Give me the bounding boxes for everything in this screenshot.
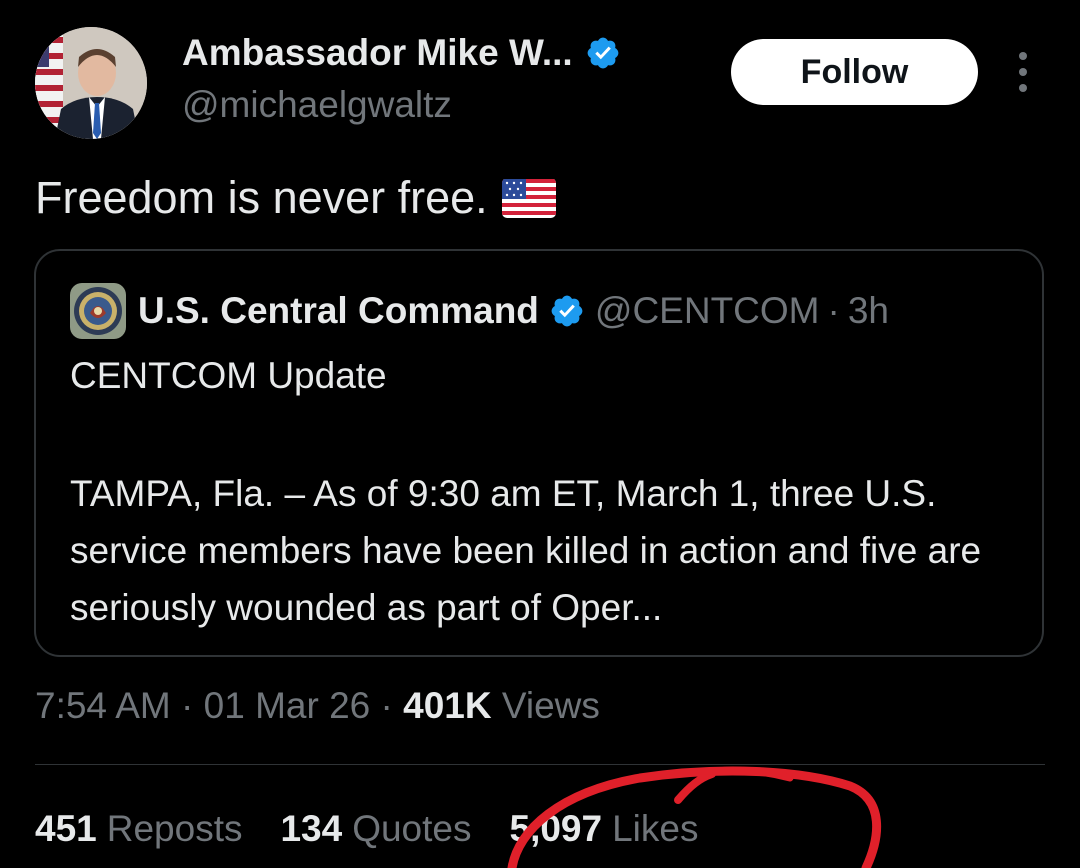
quoted-author-handle[interactable]: @CENTCOM [595,290,820,332]
separator-dot: · [181,685,194,726]
centcom-avatar[interactable] [70,283,126,339]
tweet-meta: 7:54 AM · 01 Mar 26 · 401K Views [35,685,600,727]
likes-count: 5,097 [509,808,603,849]
profile-photo [35,27,147,139]
views-count: 401K [403,685,492,726]
quoted-tweet-title: CENTCOM Update [70,355,387,396]
reposts-stat[interactable]: 451 Reposts [35,808,242,850]
quotes-stat[interactable]: 134 Quotes [280,808,471,850]
likes-stat[interactable]: 5,097 Likes [510,808,699,850]
likes-label: Likes [612,808,699,849]
us-flag-emoji [501,178,556,218]
quoted-tweet-time[interactable]: 3h [848,290,889,332]
more-vertical-icon[interactable] [1010,52,1036,92]
author-avatar[interactable] [35,27,147,139]
tweet-text: Freedom is never free. [35,172,556,224]
author-handle[interactable]: @michaelgwaltz [182,84,452,126]
quotes-label: Quotes [352,808,472,849]
quoted-tweet-body: TAMPA, Fla. – As of 9:30 am ET, March 1,… [70,473,982,628]
verified-badge-icon [551,295,583,327]
tweet-date[interactable]: 01 Mar 26 [204,685,371,726]
reposts-label: Reposts [106,808,243,849]
author-name-text[interactable]: Ambassador Mike W... [182,32,573,74]
views-label: Views [501,685,600,726]
reposts-count: 451 [35,808,97,849]
author-display-name[interactable]: Ambassador Mike W... [182,32,621,74]
engagement-stats: 451 Reposts 134 Quotes 5,097 Likes [35,808,736,850]
tweet-text-content: Freedom is never free. [35,172,488,223]
quotes-count: 134 [280,808,343,849]
tweet-time[interactable]: 7:54 AM [35,685,171,726]
quoted-author-name[interactable]: U.S. Central Command [138,290,539,332]
verified-badge-icon [587,37,619,69]
separator-dot: · [380,685,393,726]
divider [35,764,1045,765]
quoted-tweet-header: U.S. Central Command @CENTCOM · 3h [70,283,889,339]
quoted-tweet-card[interactable]: U.S. Central Command @CENTCOM · 3h CENTC… [34,249,1044,657]
follow-button[interactable]: Follow [731,39,978,105]
separator-dot: · [827,290,840,331]
